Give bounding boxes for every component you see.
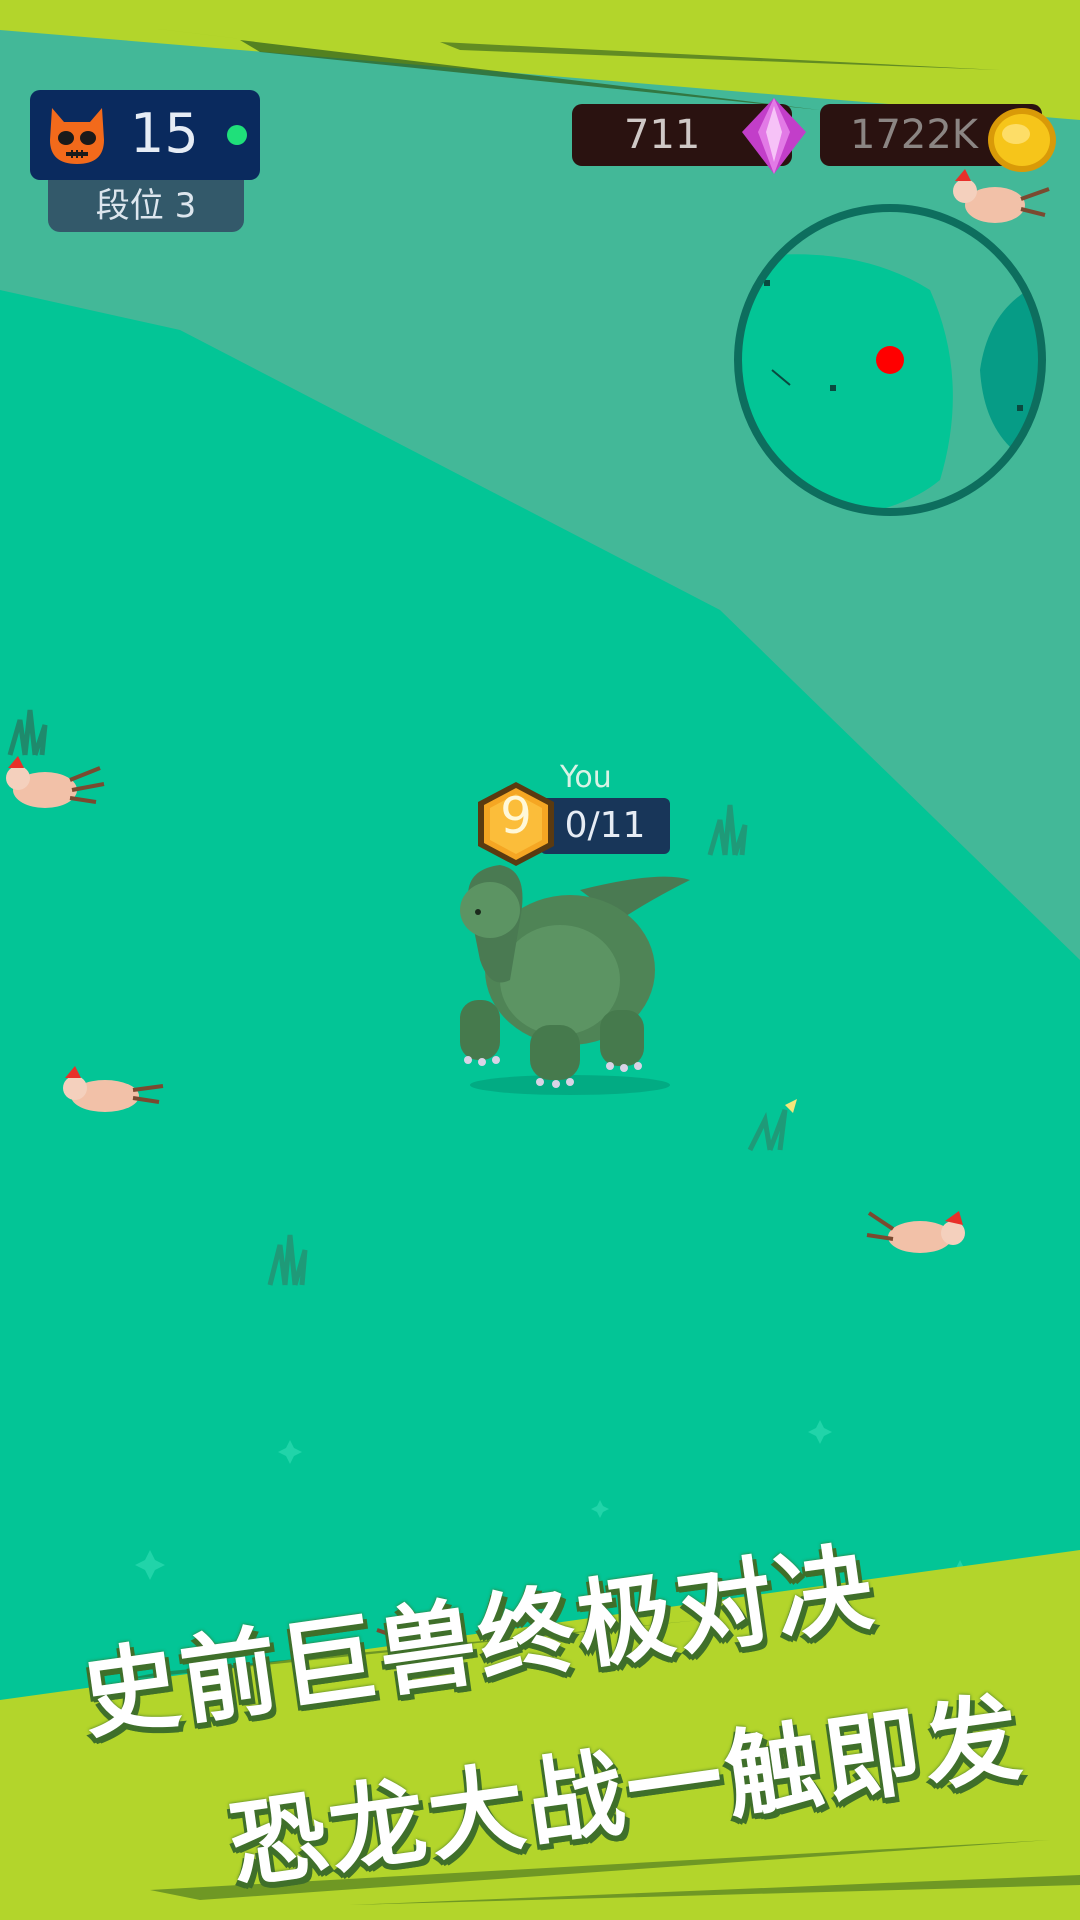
chicken-enemy[interactable] <box>0 750 110 820</box>
grass-tuft <box>267 1234 308 1286</box>
gem-icon <box>742 98 806 174</box>
game-stage[interactable]: You 0/11 9 15 段位 3 711 1722K 史前巨兽终极对决 恐龙… <box>0 0 1080 1920</box>
player-dinosaur[interactable] <box>420 850 700 1100</box>
online-status-dot <box>227 125 247 145</box>
kill-count: 15 <box>130 102 199 165</box>
player-name: You <box>560 760 612 795</box>
player-progress: 0/11 <box>540 798 670 854</box>
skull-icon <box>50 108 104 164</box>
player-level: 9 <box>500 787 532 845</box>
chicken-enemy[interactable] <box>865 1195 975 1265</box>
coin-count: 1722K <box>850 112 979 158</box>
chicken-enemy[interactable] <box>55 1058 165 1128</box>
minimap[interactable] <box>730 200 1050 520</box>
grass-tuft <box>707 804 748 856</box>
kill-counter-panel: 15 <box>30 90 260 180</box>
coin-icon <box>988 108 1056 172</box>
gem-count: 711 <box>624 112 701 158</box>
player-marker <box>876 346 904 374</box>
flower-tuft <box>747 1099 797 1152</box>
rank-label: 段位 3 <box>48 180 244 232</box>
